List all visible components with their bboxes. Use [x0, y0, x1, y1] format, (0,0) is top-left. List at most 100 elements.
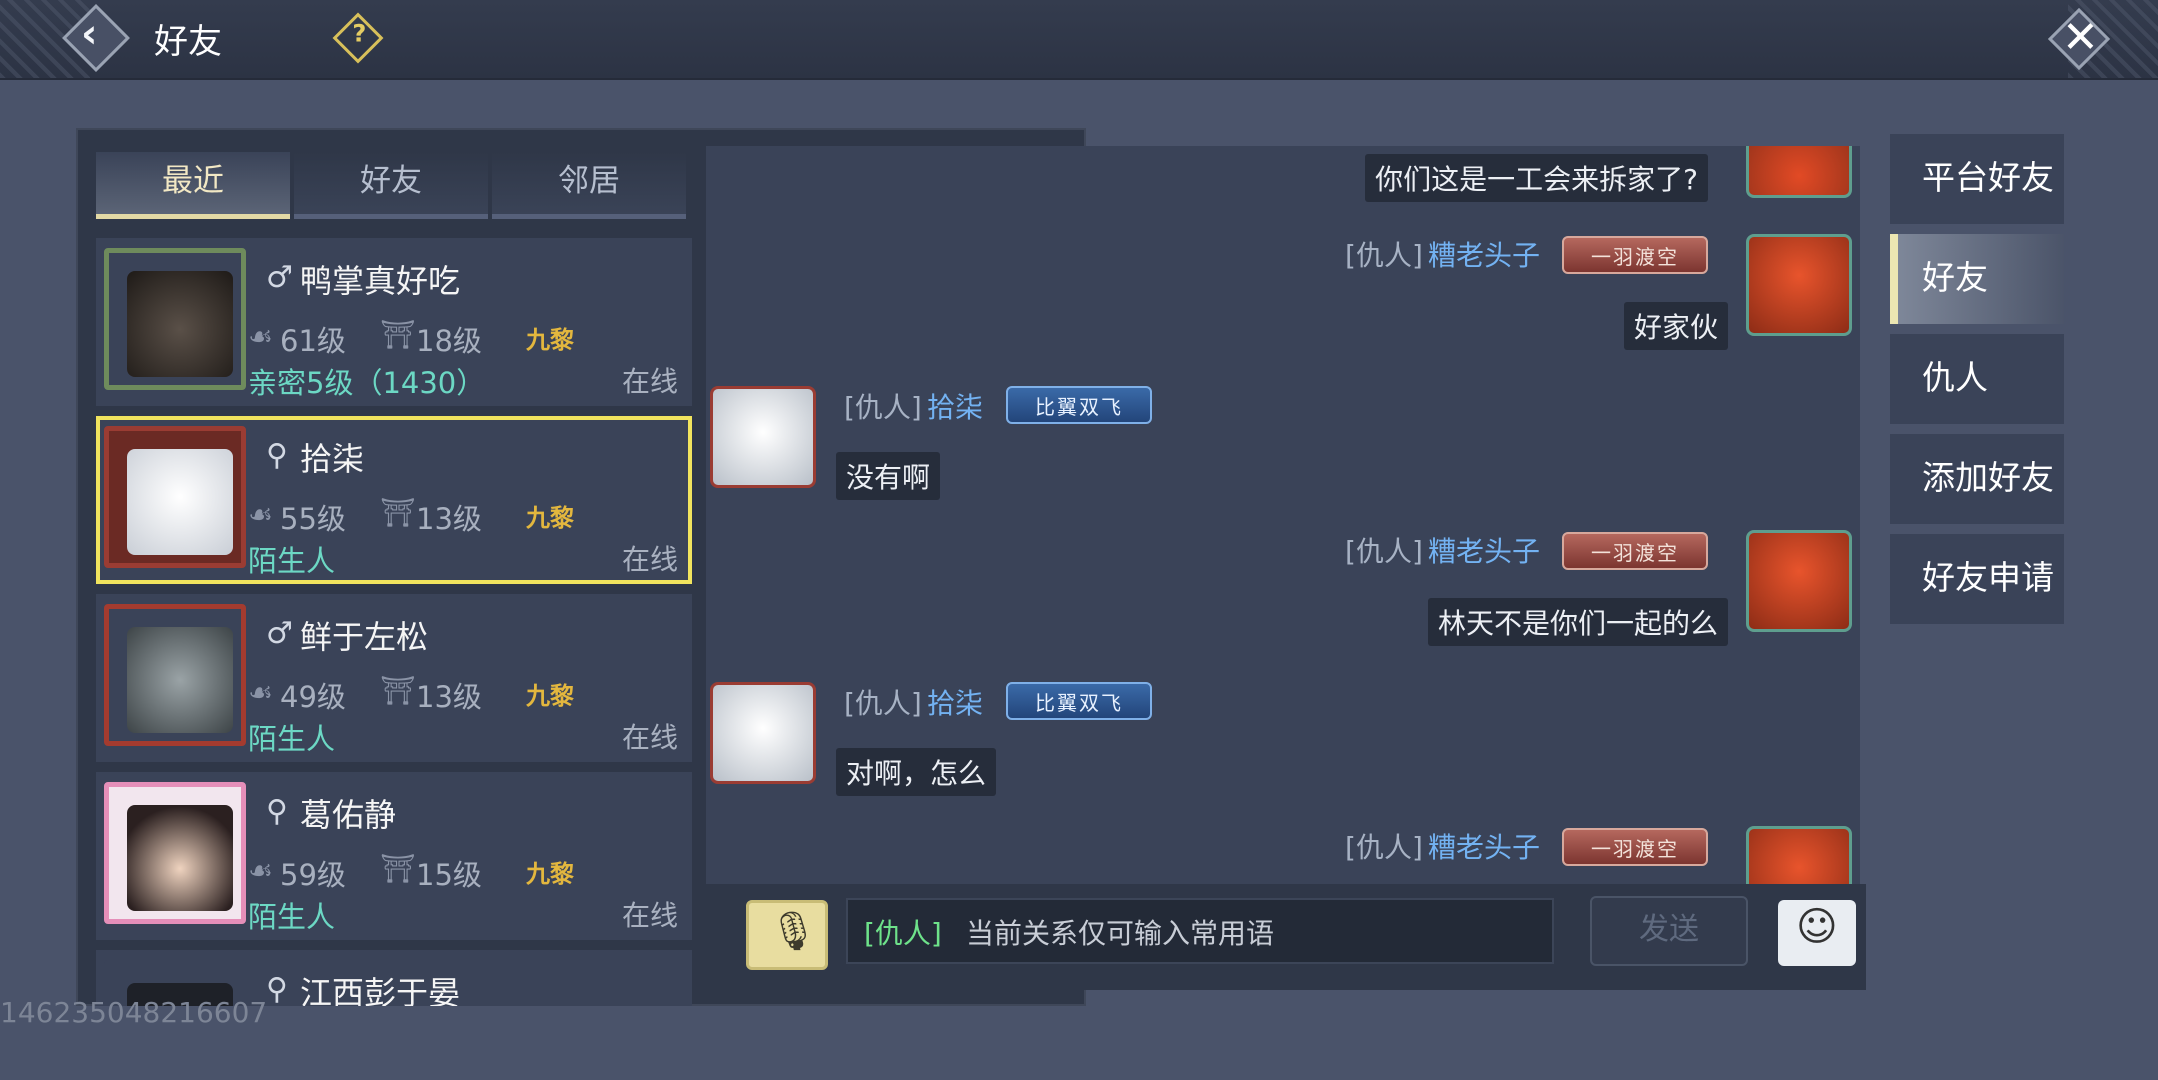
help-button[interactable]: ?	[332, 12, 384, 64]
relation-text: 陌生人	[248, 544, 336, 578]
house-level: 13级	[416, 502, 482, 536]
chat-avatar[interactable]	[710, 386, 816, 488]
chat-input[interactable]: [仇人] 当前关系仅可输入常用语	[846, 898, 1554, 964]
sender-name[interactable]: 糟老头子	[1428, 239, 1540, 272]
emoji-button[interactable]: ☺	[1778, 900, 1856, 966]
input-relation-tag: [仇人]	[864, 917, 942, 950]
house-icon: ⛩	[380, 674, 416, 707]
guild-badge: 九黎	[526, 682, 574, 710]
house-level: 18级	[416, 324, 482, 358]
tab-friends[interactable]: 好友	[294, 152, 488, 219]
sender-name[interactable]: 拾柒	[927, 687, 983, 720]
player-level: 61级	[280, 324, 346, 358]
level-icon: ☙	[248, 320, 274, 353]
chat-avatar[interactable]	[1746, 234, 1852, 336]
sender-name[interactable]: 拾柒	[927, 391, 983, 424]
side-item-friend-requests[interactable]: 好友申请	[1890, 534, 2064, 624]
relation-tag: [仇人]	[844, 687, 922, 720]
chat-sender: [仇人] 拾柒	[844, 386, 983, 426]
tab-recent[interactable]: 最近	[96, 152, 290, 219]
question-icon: ?	[352, 19, 367, 48]
chat-messages[interactable]: 你们这是一工会来拆家了? [仇人] 糟老头子 一羽渡空 好家伙 [仇人] 拾柒 …	[706, 146, 1860, 886]
level-icon: ☙	[248, 854, 274, 887]
avatar	[104, 426, 246, 568]
relation-tag: [仇人]	[1345, 831, 1423, 864]
male-icon: ♂	[266, 260, 293, 295]
female-icon: ⚲	[266, 794, 288, 829]
male-icon: ♂	[266, 616, 293, 651]
avatar-image	[127, 449, 233, 555]
top-bar: ‹ 好友 ? ✕	[0, 0, 2158, 80]
online-status: 在线	[621, 365, 678, 398]
side-item-add-friend[interactable]: 添加好友	[1890, 434, 2064, 524]
chat-avatar[interactable]	[710, 682, 816, 784]
side-item-friends[interactable]: 好友	[1890, 234, 2064, 324]
avatar-image	[127, 271, 233, 377]
voice-button[interactable]: 🎙	[746, 900, 828, 970]
close-icon: ✕	[2062, 12, 2099, 63]
send-button[interactable]: 发送	[1590, 896, 1748, 966]
friend-name: 葛佑静	[300, 796, 397, 834]
chat-avatar[interactable]	[1746, 826, 1852, 886]
title-badge: 一羽渡空	[1562, 236, 1708, 274]
friend-name: 鲜于左松	[300, 618, 429, 656]
friend-item[interactable]: ⚲ 葛佑静 ☙ 59级 ⛩ 15级 九黎 陌生人 在线	[96, 772, 692, 940]
relation-text: 陌生人	[248, 722, 336, 756]
sender-name[interactable]: 糟老头子	[1428, 535, 1540, 568]
friend-item-selected[interactable]: ⚲ 拾柒 ☙ 55级 ⛩ 13级 九黎 陌生人 在线	[96, 416, 692, 584]
chat-avatar[interactable]	[1746, 530, 1852, 632]
side-item-enemies[interactable]: 仇人	[1890, 334, 2064, 424]
online-status: 在线	[621, 899, 678, 932]
player-level: 49级	[280, 680, 346, 714]
title-badge: 比翼双飞	[1006, 386, 1152, 424]
friend-item[interactable]: ♂ 鲜于左松 ☙ 49级 ⛩ 13级 九黎 陌生人 在线	[96, 594, 692, 762]
relation-tag: [仇人]	[1345, 239, 1423, 272]
chat-bubble: 没有啊	[836, 452, 941, 500]
relation-text: 陌生人	[248, 900, 336, 934]
chat-sender: [仇人] 糟老头子	[1345, 234, 1540, 274]
chat-bubble: 林天不是你们一起的么	[1427, 598, 1728, 646]
online-status: 在线	[621, 721, 678, 754]
title-badge: 一羽渡空	[1562, 532, 1708, 570]
friend-tabs: 最近 好友 邻居	[96, 152, 692, 219]
sender-name[interactable]: 糟老头子	[1428, 831, 1540, 864]
chat-sender: [仇人] 糟老头子	[1345, 530, 1540, 570]
player-level: 55级	[280, 502, 346, 536]
level-icon: ☙	[248, 498, 274, 531]
player-level: 59级	[280, 858, 346, 892]
tab-neighbors[interactable]: 邻居	[492, 152, 686, 219]
friend-name: 拾柒	[300, 440, 365, 478]
title-badge: 一羽渡空	[1562, 828, 1708, 866]
guild-badge: 九黎	[526, 860, 574, 888]
friend-name: 江西彭于晏	[300, 974, 461, 1006]
friend-item[interactable]: ♂ 鸭掌真好吃 ☙ 61级 ⛩ 18级 九黎 亲密5级（1430） 在线	[96, 238, 692, 406]
relation-tag: [仇人]	[844, 391, 922, 424]
guild-badge: 九黎	[526, 326, 574, 354]
chat-bubble: 你们这是一工会来拆家了?	[1365, 154, 1708, 202]
guild-badge: 九黎	[526, 504, 574, 532]
relation-tag: [仇人]	[1345, 535, 1423, 568]
avatar-image	[127, 627, 233, 733]
house-icon: ⛩	[380, 318, 416, 351]
title-badge: 比翼双飞	[1006, 682, 1152, 720]
relation-text: 亲密5级（1430）	[248, 366, 486, 400]
friend-name: 鸭掌真好吃	[300, 262, 461, 300]
house-level: 13级	[416, 680, 482, 714]
chat-sender: [仇人] 糟老头子	[1345, 826, 1540, 866]
side-item-platform-friends[interactable]: 平台好友	[1890, 134, 2064, 224]
female-icon: ⚲	[266, 972, 288, 1006]
avatar	[104, 604, 246, 746]
watermark-id: 146235048216607	[0, 996, 268, 1029]
level-icon: ☙	[248, 676, 274, 709]
avatar	[104, 248, 246, 390]
house-icon: ⛩	[380, 496, 416, 529]
online-status: 在线	[621, 543, 678, 576]
chat-avatar[interactable]	[1746, 146, 1852, 198]
chat-sender: [仇人] 拾柒	[844, 682, 983, 722]
close-button[interactable]: ✕	[2047, 7, 2111, 71]
chat-bubble: 对啊，怎么	[836, 748, 997, 796]
friend-list[interactable]: ♂ 鸭掌真好吃 ☙ 61级 ⛩ 18级 九黎 亲密5级（1430） 在线 ⚲ 拾…	[96, 238, 692, 1006]
back-button[interactable]: ‹	[58, 4, 134, 72]
smiley-icon: ☺	[1796, 904, 1838, 950]
avatar	[104, 782, 246, 924]
